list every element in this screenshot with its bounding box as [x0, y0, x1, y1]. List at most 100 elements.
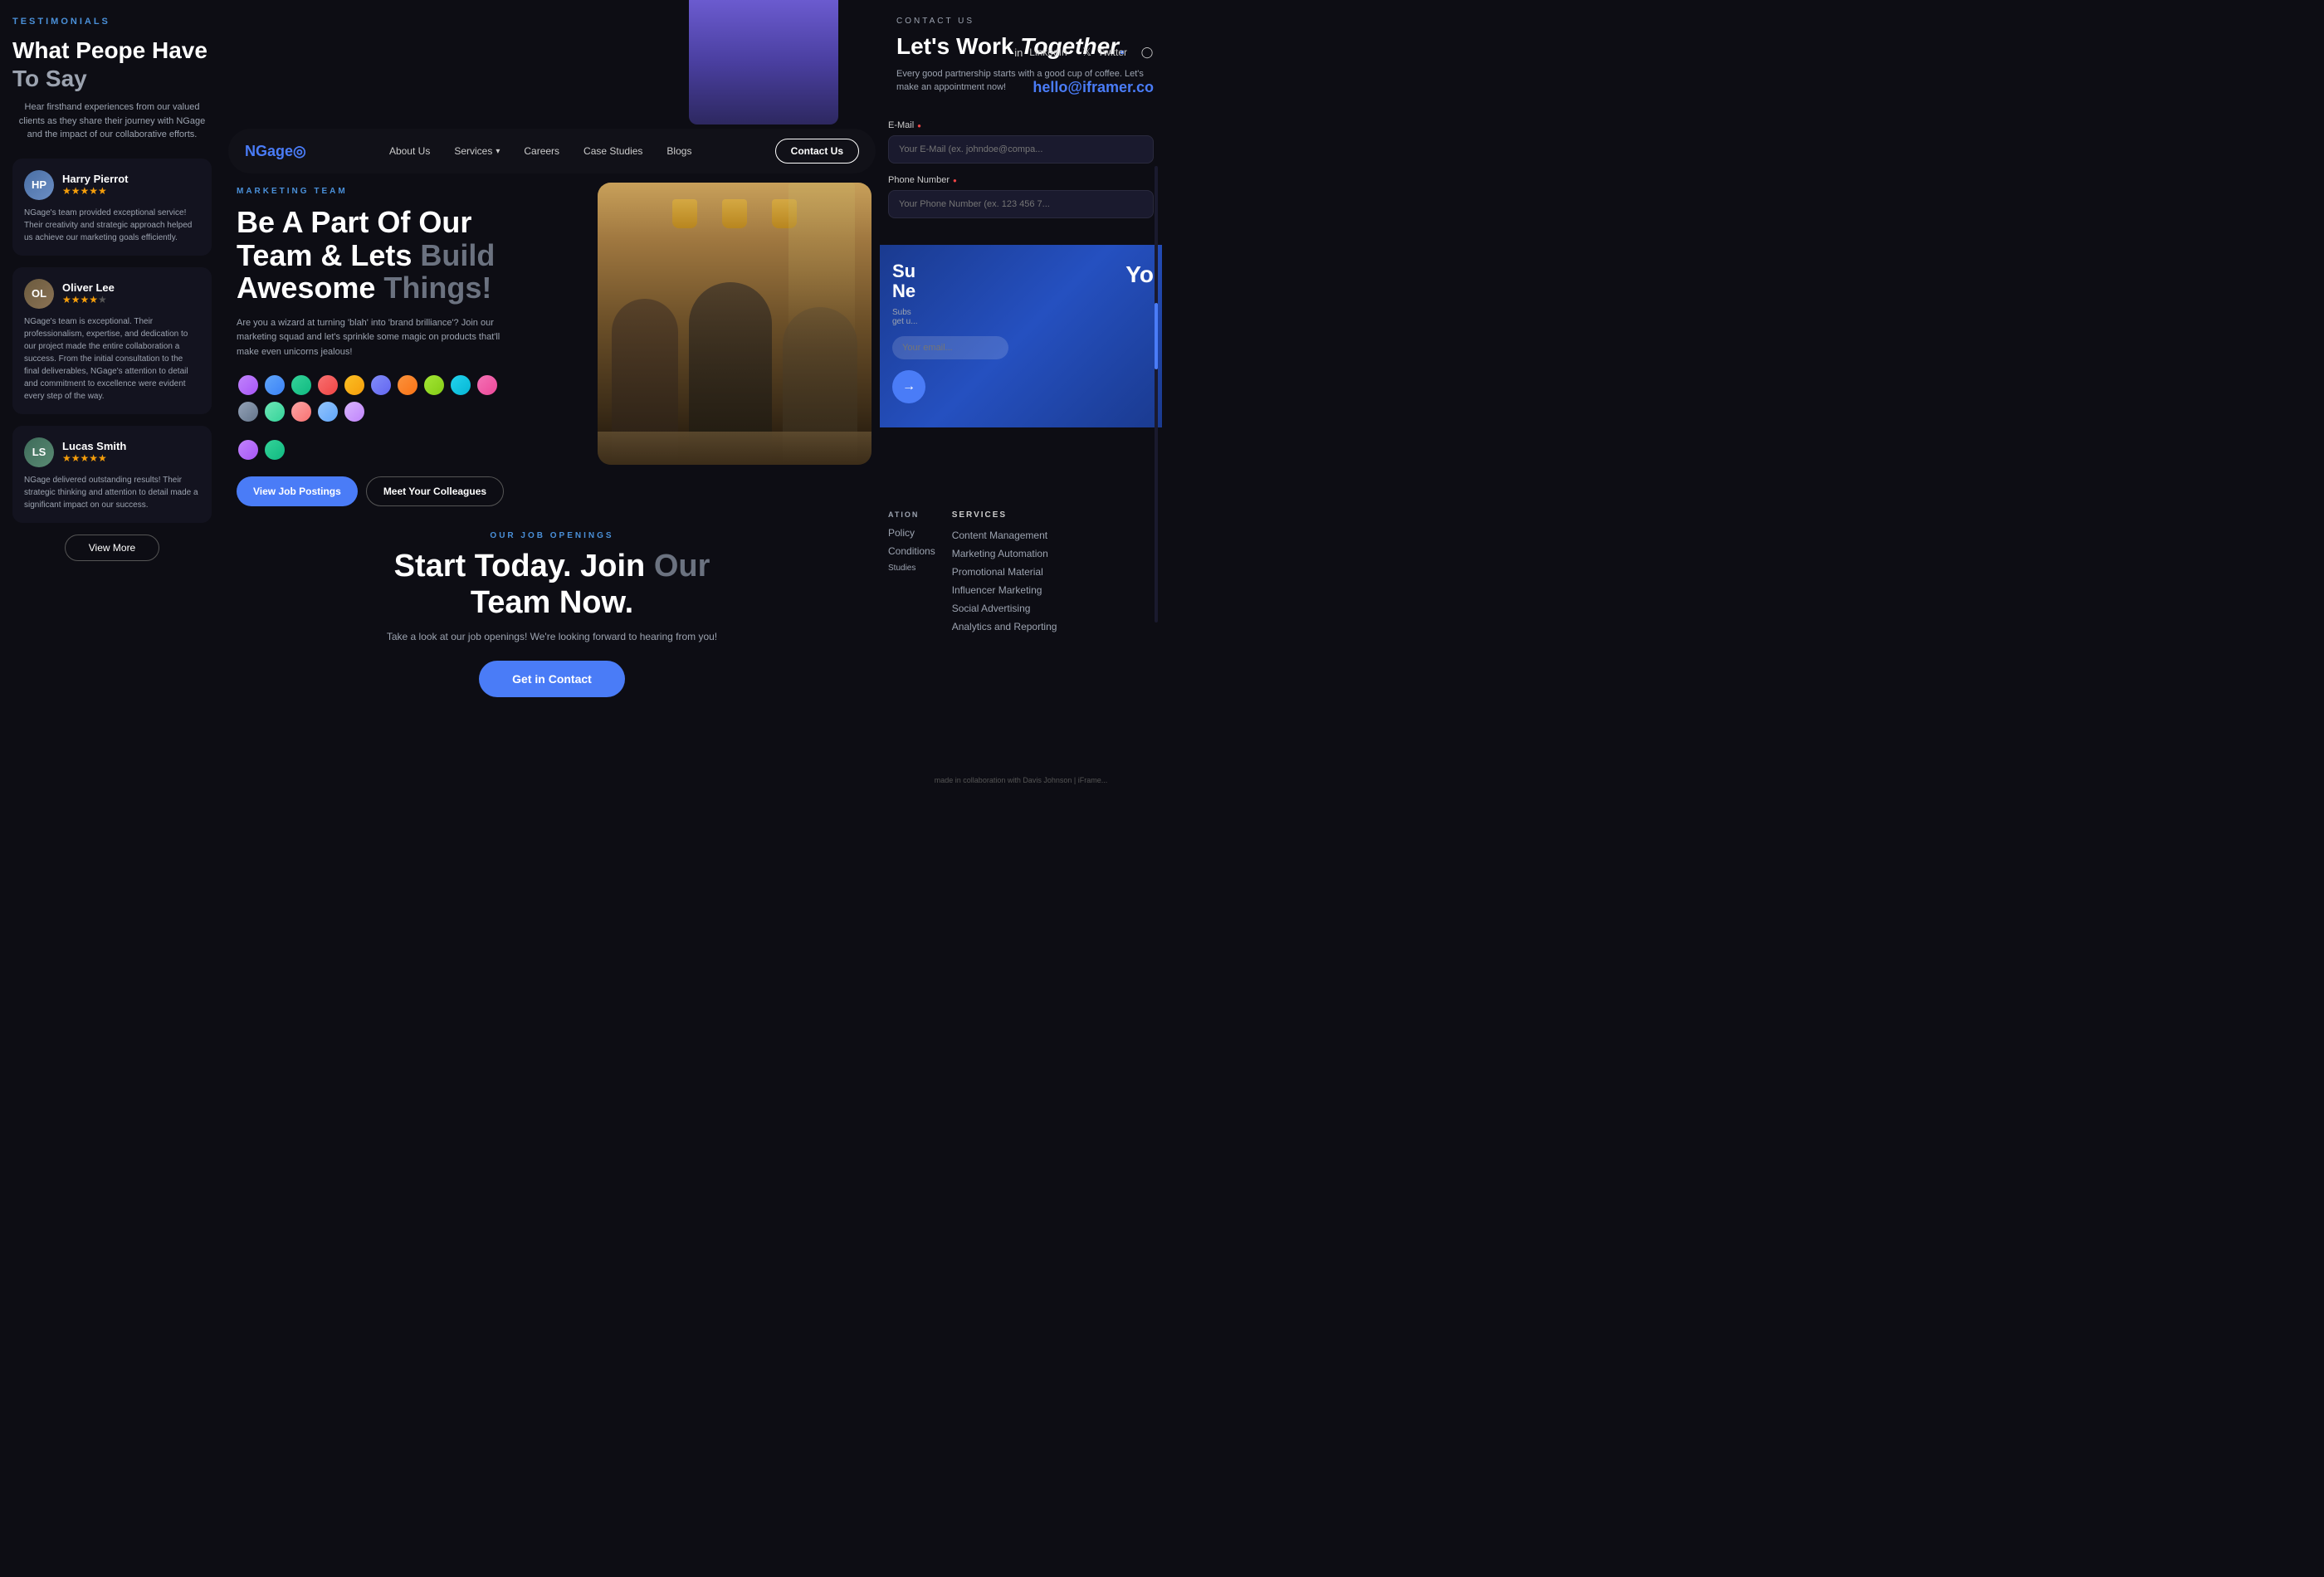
- lamp-2: [722, 199, 747, 228]
- nav-contact-button[interactable]: Contact Us: [775, 139, 859, 164]
- team-avatar-6: [369, 374, 393, 397]
- logo: NGage◎: [245, 143, 306, 160]
- team-avatar-3: [290, 374, 313, 397]
- subscribe-content: SuNe Subsget u... Yo →: [880, 245, 1162, 420]
- desk: [598, 432, 872, 465]
- team-avatar-8: [422, 374, 446, 397]
- testimonials-title-part1: What Peope Have: [12, 37, 208, 63]
- blue-banner: SuNe Subsget u... Yo →: [880, 245, 1162, 427]
- footer-conditions-link[interactable]: Conditions: [888, 545, 935, 557]
- job-title-p3: Team Now.: [471, 585, 633, 620]
- marketing-title: Be A Part Of OurTeam & Lets BuildAwesome…: [237, 206, 544, 305]
- hero-gradient-decoration: [689, 0, 838, 124]
- office-background: [598, 183, 872, 465]
- email-required-indicator: ●: [917, 122, 921, 129]
- marketing-description: Are you a wizard at turning 'blah' into …: [237, 316, 502, 360]
- view-jobs-button[interactable]: View Job Postings: [237, 476, 358, 506]
- service-item-1[interactable]: Content Management: [952, 530, 1057, 541]
- reviewer-header-3: LS Lucas Smith ★★★★★: [24, 437, 200, 467]
- footer-policy-link[interactable]: Policy: [888, 527, 935, 539]
- reviewer-info-2: Oliver Lee ★★★★★: [62, 281, 115, 305]
- team-avatar-13: [290, 400, 313, 423]
- email-field-label: E-Mail ●: [888, 120, 1154, 130]
- nav-case-studies[interactable]: Case Studies: [574, 140, 652, 162]
- email-input[interactable]: [888, 135, 1154, 164]
- team-avatar-1: [237, 374, 260, 397]
- yo-text: Yo: [1125, 261, 1154, 288]
- review-text-2: NGage's team is exceptional. Their profe…: [24, 315, 200, 403]
- twitter-icon: 𝕏: [1081, 46, 1094, 59]
- chevron-down-icon: ▾: [496, 147, 500, 156]
- service-item-2[interactable]: Marketing Automation: [952, 548, 1057, 559]
- testimonials-subtitle: Hear firsthand experiences from our valu…: [12, 100, 212, 142]
- linkedin-link[interactable]: in LinkedIn: [1012, 46, 1067, 59]
- linkedin-icon: in: [1012, 46, 1025, 59]
- testimonials-title-part2: To Say: [12, 66, 87, 91]
- subscribe-input[interactable]: [892, 336, 1008, 359]
- linkedin-label: LinkedIn: [1029, 46, 1067, 58]
- team-photo: [598, 183, 872, 465]
- service-item-6[interactable]: Analytics and Reporting: [952, 621, 1057, 632]
- job-title: Start Today. Join OurTeam Now.: [237, 549, 867, 621]
- subscribe-title: SuNe: [892, 261, 1150, 301]
- nav-services[interactable]: Services ▾: [444, 140, 510, 162]
- made-by-text: made in collaboration with Davis Johnson…: [880, 776, 1162, 784]
- scrollbar[interactable]: [1155, 166, 1158, 622]
- phone-required-indicator: ●: [953, 177, 957, 184]
- get-contact-button[interactable]: Get in Contact: [479, 661, 625, 697]
- lamp-1: [672, 199, 697, 228]
- view-more-button[interactable]: View More: [65, 535, 159, 561]
- avatar-lucas: LS: [24, 437, 54, 467]
- review-card-3: LS Lucas Smith ★★★★★ NGage delivered out…: [12, 426, 212, 523]
- services-footer-label: SERVICES: [952, 510, 1057, 520]
- testimonials-title: What Peope Have To Say: [12, 37, 212, 92]
- subscribe-subtitle: Subsget u...: [892, 308, 1150, 326]
- review-card-2: OL Oliver Lee ★★★★★ NGage's team is exce…: [12, 267, 212, 414]
- email-label-text: E-Mail: [888, 120, 914, 130]
- nav-ation-label: ATION: [888, 510, 935, 519]
- nav-blogs-label: Blogs: [666, 145, 691, 157]
- instagram-link[interactable]: ◯: [1140, 46, 1154, 59]
- team-avatar-15: [343, 400, 366, 423]
- service-item-3[interactable]: Promotional Material: [952, 566, 1057, 578]
- team-avatar-17: [263, 438, 286, 461]
- marketing-title-p4: Things!: [383, 271, 491, 305]
- review-card-1: HP Harry Pierrot ★★★★★ NGage's team prov…: [12, 159, 212, 256]
- reviewer-header-1: HP Harry Pierrot ★★★★★: [24, 170, 200, 200]
- team-avatar-12: [263, 400, 286, 423]
- reviewer-stars-1: ★★★★★: [62, 185, 128, 197]
- footer-case-studies-link[interactable]: Studies: [888, 564, 935, 573]
- action-buttons: View Job Postings Meet Your Colleagues: [237, 476, 867, 506]
- right-panel: in LinkedIn 𝕏 Twitter ◯ CONTACT US Let's…: [880, 0, 1162, 788]
- subscribe-button[interactable]: →: [892, 370, 925, 403]
- service-item-5[interactable]: Social Advertising: [952, 603, 1057, 614]
- marketing-title-p2: Build: [420, 238, 495, 272]
- scroll-thumb: [1155, 303, 1158, 369]
- nav-services-label: Services: [454, 145, 492, 157]
- review-text-1: NGage's team provided exceptional servic…: [24, 207, 200, 244]
- reviewer-stars-3: ★★★★★: [62, 452, 126, 464]
- contact-email[interactable]: hello@iframer.co: [1033, 79, 1154, 96]
- twitter-link[interactable]: 𝕏 Twitter: [1081, 46, 1127, 59]
- arrow-right-icon: →: [902, 379, 915, 394]
- nav-careers[interactable]: Careers: [514, 140, 569, 162]
- logo-text: NGage: [245, 143, 293, 159]
- phone-label-text: Phone Number: [888, 175, 950, 185]
- footer-nav-col1: ATION Policy Conditions Studies: [888, 510, 935, 579]
- team-photo-inner: [598, 183, 872, 465]
- service-item-4[interactable]: Influencer Marketing: [952, 584, 1057, 596]
- team-avatar-11: [237, 400, 260, 423]
- phone-input[interactable]: [888, 190, 1154, 218]
- navbar: NGage◎ About Us Services ▾ Careers Case …: [228, 129, 876, 173]
- team-avatar-4: [316, 374, 339, 397]
- team-avatar-16: [237, 438, 260, 461]
- social-links: in LinkedIn 𝕏 Twitter ◯: [1012, 46, 1154, 59]
- nav-about-label: About Us: [389, 145, 430, 157]
- job-description: Take a look at our job openings! We're l…: [237, 631, 867, 642]
- nav-about[interactable]: About Us: [379, 140, 440, 162]
- footer-nav: ATION Policy Conditions Studies SERVICES…: [888, 510, 1154, 639]
- reviewer-name-3: Lucas Smith: [62, 440, 126, 452]
- team-avatar-5: [343, 374, 366, 397]
- meet-colleagues-button[interactable]: Meet Your Colleagues: [366, 476, 504, 506]
- nav-blogs[interactable]: Blogs: [657, 140, 701, 162]
